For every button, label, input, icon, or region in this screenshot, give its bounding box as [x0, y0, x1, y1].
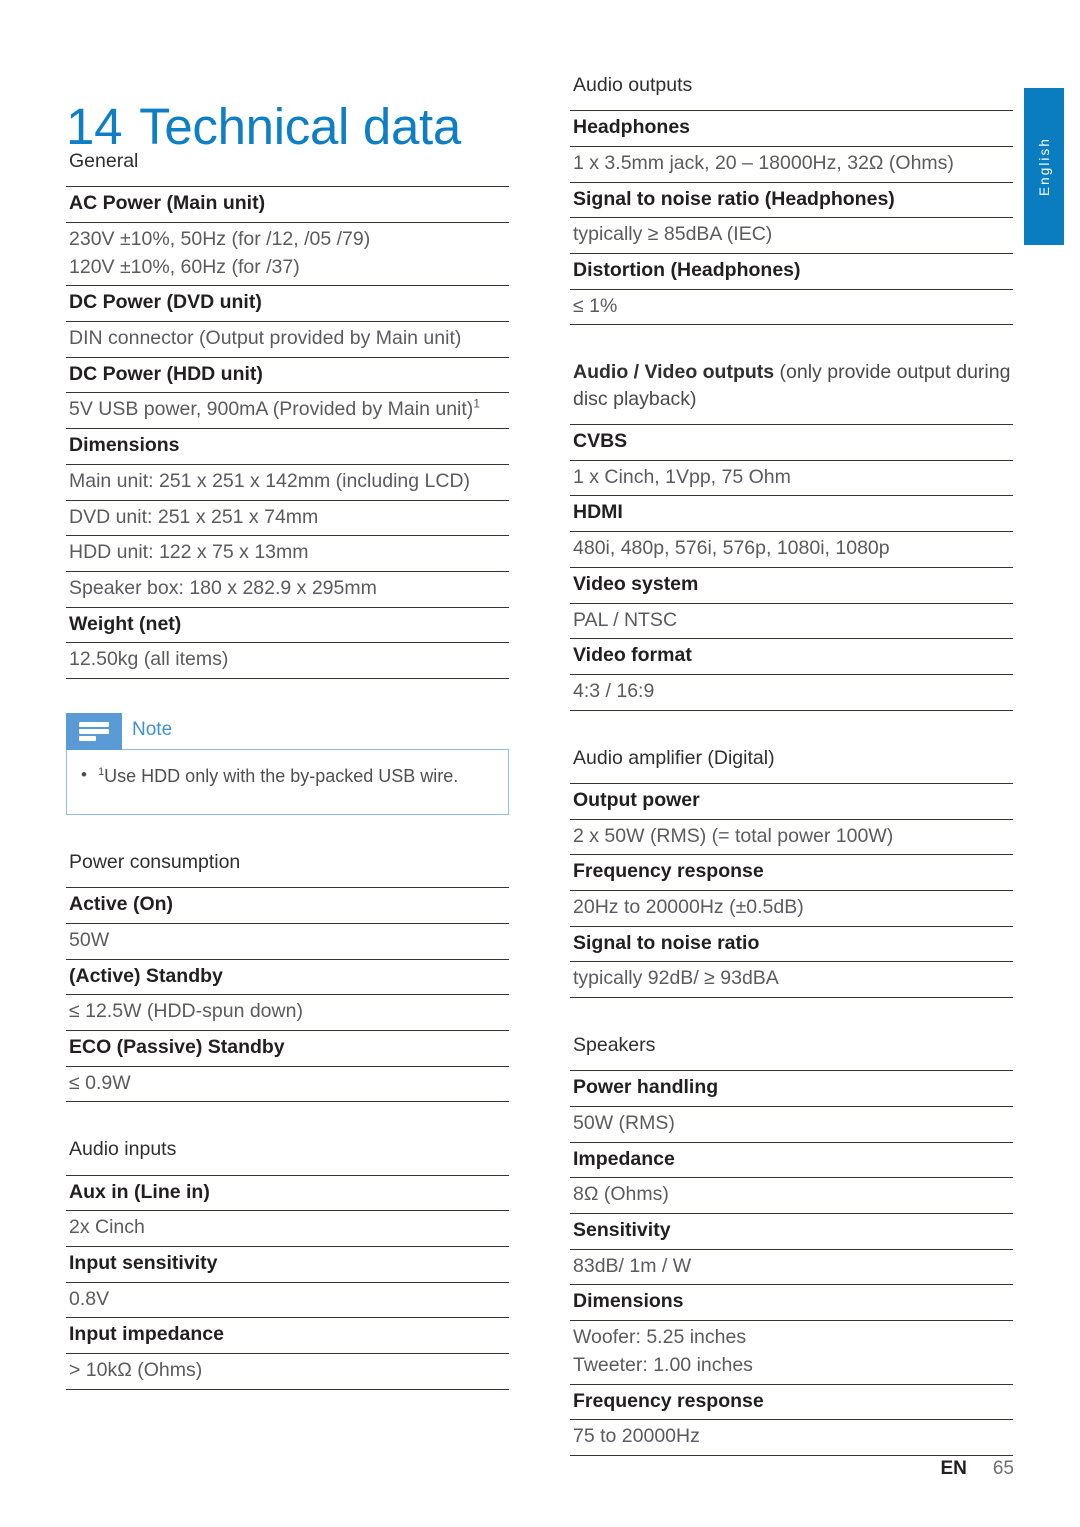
spec-table: Headphones 1 x 3.5mm jack, 20 – 18000Hz, …	[570, 110, 1013, 326]
spec-row-value: DVD unit: 251 x 251 x 74mm	[66, 501, 509, 537]
spec-row-value: HDD unit: 122 x 75 x 13mm	[66, 536, 509, 572]
spec-row-header: Distortion (Headphones)	[570, 254, 1013, 290]
spec-row-header: HDMI	[570, 496, 1013, 533]
spec-row-value: ≤ 0.9W	[66, 1067, 509, 1103]
spec-row-header: Frequency response	[570, 1385, 1013, 1421]
spec-row-value: Speaker box: 180 x 282.9 x 295mm	[66, 572, 509, 608]
spec-row-header: CVBS	[570, 425, 1013, 461]
spec-row-header: Output power	[570, 784, 1013, 820]
language-side-tab: English	[1024, 88, 1064, 245]
spec-row-value: 75 to 20000Hz	[570, 1420, 1013, 1456]
spec-row-value: typically 92dB/ ≥ 93dBA	[570, 962, 1013, 998]
spec-row-header: Active (On)	[66, 888, 509, 924]
spec-row-value: 20Hz to 20000Hz (±0.5dB)	[570, 891, 1013, 927]
note-box: Note • 1Use HDD only with the by-packed US…	[66, 712, 509, 815]
spec-row-value: 5V USB power, 900mA (Provided by Main un…	[66, 393, 509, 430]
spec-row-value: DIN connector (Output provided by Main u…	[66, 322, 509, 358]
page-footer: EN 65	[940, 1458, 1014, 1480]
spec-row-value: 50W (RMS)	[570, 1107, 1013, 1143]
spec-row-value: 2 x 50W (RMS) (= total power 100W)	[570, 820, 1013, 856]
spec-row-value: 83dB/ 1m / W	[570, 1250, 1013, 1286]
spec-row-value: 230V ±10%, 50Hz (for /12, /05 /79) 120V ±…	[66, 223, 509, 287]
right-column: Audio outputs Headphones 1 x 3.5mm jack, 2…	[570, 72, 1013, 1456]
spec-row-value: ≤ 1%	[570, 290, 1013, 326]
spec-row-header: Input impedance	[66, 1318, 509, 1355]
note-lines-icon	[79, 721, 109, 741]
note-body: • 1Use HDD only with the by-packed USB wi…	[66, 748, 509, 815]
spec-row-value: Woofer: 5.25 inches Tweeter: 1.00 inches	[570, 1321, 1013, 1385]
spec-row-header: Dimensions	[570, 1285, 1013, 1322]
spec-row-value: 8Ω (Ohms)	[570, 1178, 1013, 1215]
spec-table: Aux in (Line in) 2x Cinch Input sensitivit…	[66, 1174, 509, 1390]
spec-row-value: 480i, 480p, 576i, 576p, 1080i, 1080p	[570, 532, 1013, 568]
spec-row-header: (Active) Standby	[66, 960, 509, 996]
spec-row-header: Signal to noise ratio (Headphones)	[570, 183, 1013, 219]
section-label: Audio / Video outputs (only provide outp…	[570, 359, 1013, 412]
note-header: Note	[66, 712, 509, 750]
section-label-bold: Audio / Video outputs	[573, 361, 775, 384]
note-item-text: 1Use HDD only with the by-packed USB wir…	[97, 765, 459, 786]
note-title: Note	[132, 719, 173, 741]
spec-row-value: > 10kΩ (Ohms)	[66, 1354, 509, 1390]
spec-row-header: Video format	[570, 639, 1013, 675]
note-icon-tab	[66, 712, 122, 750]
spec-row-header: Video system	[570, 568, 1013, 604]
spec-row-header: Aux in (Line in)	[66, 1176, 509, 1212]
spec-row-header: Impedance	[570, 1143, 1013, 1179]
chapter-number: 14	[66, 98, 123, 156]
spec-row-value: 4:3 / 16:9	[570, 675, 1013, 711]
spec-row-header: Dimensions	[66, 429, 509, 465]
spec-row-value: 2x Cinch	[66, 1211, 509, 1248]
spec-row-header: Sensitivity	[570, 1214, 1013, 1250]
bullet-icon: •	[81, 764, 87, 784]
note-list-item: • 1Use HDD only with the by-packed USB wi…	[81, 764, 494, 789]
footer-page-number: 65	[992, 1458, 1014, 1479]
spec-table: Output power 2 x 50W (RMS) (= total power…	[570, 782, 1013, 998]
section-label: Audio outputs	[573, 74, 693, 96]
spec-row-header: AC Power (Main unit)	[66, 187, 509, 223]
spec-row-value: ≤ 12.5W (HDD-spun down)	[66, 995, 509, 1031]
spec-row-header: DC Power (DVD unit)	[66, 286, 509, 323]
spec-table: Power handling 50W (RMS) Impedance 8Ω (Ohms…	[570, 1070, 1013, 1456]
section-label: Audio amplifier (Digital)	[573, 746, 775, 769]
manual-page: English 14 Technical data General AC Power…	[0, 0, 1080, 1527]
language-side-tab-label: English	[1036, 137, 1052, 196]
spec-row-header: ECO (Passive) Standby	[66, 1031, 509, 1067]
spec-row-header: Signal to noise ratio	[570, 927, 1013, 963]
spec-row-header: DC Power (HDD unit)	[66, 358, 509, 394]
footnote-marker: 1	[473, 396, 481, 411]
spec-row-value: 1 x Cinch, 1Vpp, 75 Ohm	[570, 461, 1013, 497]
spec-row-header: Weight (net)	[66, 608, 509, 644]
section-label: General	[69, 150, 139, 172]
spec-table: CVBS 1 x Cinch, 1Vpp, 75 Ohm HDMI 480i, 480…	[570, 424, 1013, 711]
spec-row-header: Power handling	[570, 1071, 1013, 1107]
spec-row-header: Input sensitivity	[66, 1247, 509, 1283]
spec-row-value: PAL / NTSC	[570, 604, 1013, 640]
section-label: Speakers	[573, 1034, 656, 1056]
spec-row-value: typically ≥ 85dBA (IEC)	[570, 218, 1013, 255]
spec-table: AC Power (Main unit) 230V ±10%, 50Hz (for…	[66, 186, 509, 679]
footer-language-code: EN	[940, 1458, 967, 1479]
spec-row-value: 0.8V	[66, 1283, 509, 1319]
section-label: Audio inputs	[69, 1138, 177, 1161]
spec-row-value: 1 x 3.5mm jack, 20 – 18000Hz, 32Ω (Ohms)	[570, 147, 1013, 183]
section-label: Power consumption	[69, 850, 241, 873]
note-spacer	[66, 679, 509, 713]
left-column: General AC Power (Main unit) 230V ±10%, 50…	[66, 148, 509, 1390]
spec-row-value: 12.50kg (all items)	[66, 643, 509, 679]
spec-table: Active (On) 50W (Active) Standby ≤ 12.5W (H…	[66, 887, 509, 1103]
chapter-title-text: Technical data	[139, 98, 461, 156]
spec-row-value: 50W	[66, 924, 509, 960]
spec-row-header: Headphones	[570, 111, 1013, 147]
footnote-marker: 1	[97, 765, 105, 778]
spec-row-header: Frequency response	[570, 855, 1013, 891]
spec-row-value: Main unit: 251 x 251 x 142mm (including …	[66, 465, 509, 501]
